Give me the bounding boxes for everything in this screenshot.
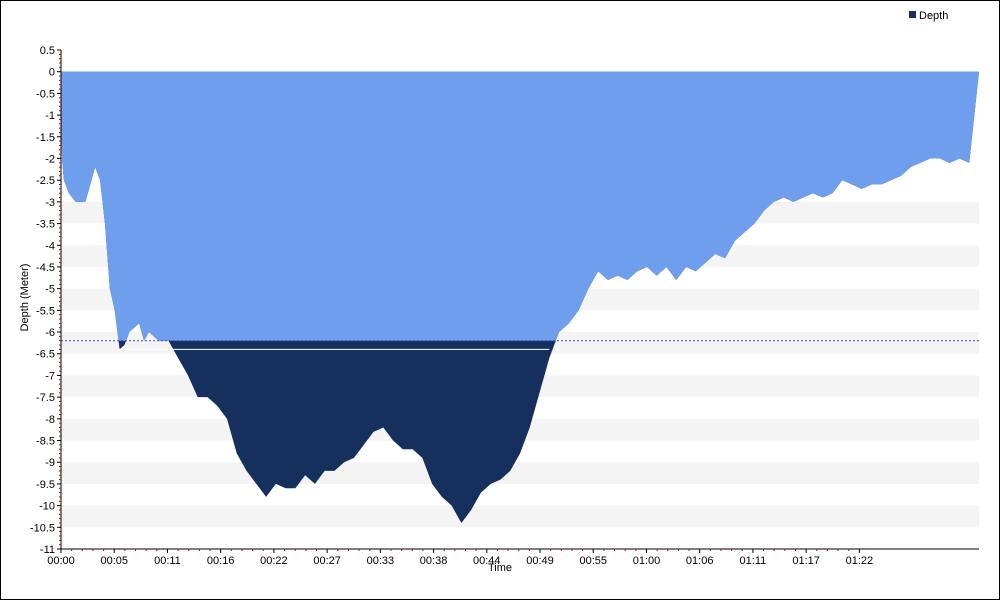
y-tick-label-14: -6.5	[36, 349, 55, 361]
x-tick-label-6: 00:33	[367, 555, 395, 567]
x-tick-label-9: 00:49	[526, 555, 554, 567]
x-tick-label-15: 01:22	[846, 555, 874, 567]
x-tick-label-7: 00:38	[420, 555, 448, 567]
x-tick-label-1: 00:05	[100, 555, 128, 567]
y-tick-label-21: -10	[39, 501, 55, 513]
y-tick-label-19: -9	[45, 457, 55, 469]
legend: Depth	[909, 10, 948, 22]
y-tick-label-11: -5	[45, 284, 55, 296]
y-tick-label-15: -7	[45, 370, 55, 382]
x-tick-label-5: 00:27	[313, 555, 341, 567]
grid-band-7	[61, 505, 979, 528]
y-axis-title: Depth (Meter)	[19, 264, 31, 332]
y-tick-label-20: -9.5	[36, 479, 55, 491]
x-tick-label-11: 01:00	[633, 555, 661, 567]
y-tick-label-8: -3.5	[36, 219, 55, 231]
y-tick-label-0: 0.5	[40, 45, 55, 57]
y-tick-label-2: -0.5	[36, 88, 55, 100]
x-tick-label-0: 00:00	[47, 555, 75, 567]
y-tick-label-5: -2	[45, 153, 55, 165]
y-tick-label-12: -5.5	[36, 305, 55, 317]
legend-label-depth: Depth	[919, 10, 948, 22]
y-tick-label-1: 0	[49, 67, 55, 79]
x-tick-label-14: 01:17	[792, 555, 820, 567]
legend-swatch-depth	[909, 11, 916, 18]
y-tick-label-10: -4.5	[36, 262, 55, 274]
x-tick-label-12: 01:06	[686, 555, 714, 567]
y-tick-label-17: -8	[45, 414, 55, 426]
x-tick-label-4: 00:22	[260, 555, 288, 567]
y-tick-label-18: -8.5	[36, 436, 55, 448]
x-tick-label-2: 00:11	[154, 555, 181, 567]
y-tick-label-3: -1	[45, 110, 55, 122]
y-tick-label-22: -10.5	[30, 522, 55, 534]
x-tick-label-3: 00:16	[207, 555, 235, 567]
x-axis-title: Time	[488, 562, 512, 574]
y-tick-label-7: -3	[45, 197, 55, 209]
y-tick-label-6: -2.5	[36, 175, 55, 187]
y-tick-label-16: -7.5	[36, 392, 55, 404]
y-tick-label-13: -6	[45, 327, 55, 339]
grid-band-6	[61, 462, 979, 484]
x-tick-label-13: 01:11	[740, 555, 767, 567]
depth-chart: 0.5 0 -0.5 -1 -1.5 -2 -2.5 -3 -3.5 -4 -4.5 -5 -5.5 -6…	[19, 10, 979, 574]
x-tick-label-10: 00:55	[579, 555, 607, 567]
y-tick-label-4: -1.5	[36, 132, 55, 144]
y-tick-label-9: -4	[45, 240, 55, 252]
